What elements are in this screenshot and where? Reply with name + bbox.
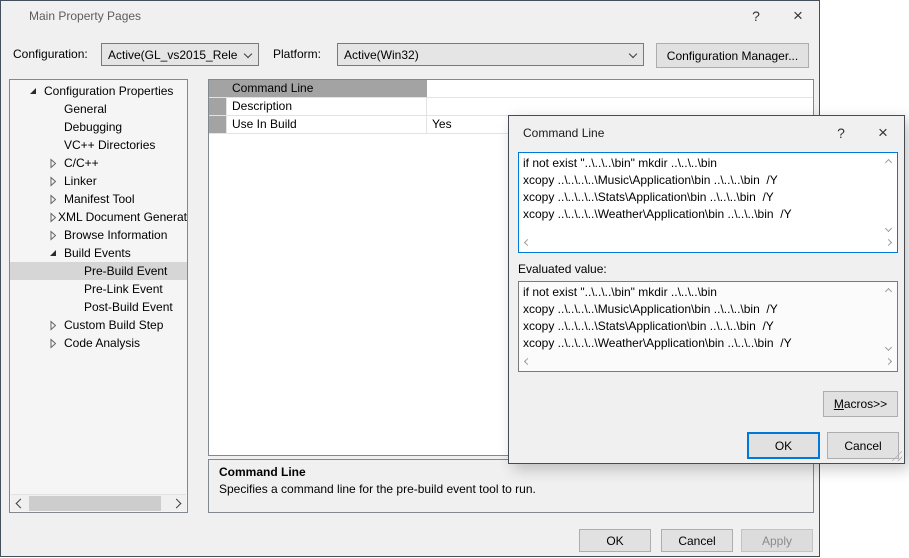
scroll-right-icon[interactable] — [885, 239, 892, 246]
tree-item-build-events[interactable]: Build Events — [10, 244, 187, 262]
configuration-manager-button[interactable]: Configuration Manager... — [656, 43, 809, 68]
dialog-ok-button[interactable]: OK — [747, 432, 820, 459]
evaluated-value-label: Evaluated value: — [518, 262, 607, 276]
tree-collapsed-icon[interactable] — [48, 319, 64, 331]
tree-item-general[interactable]: General — [10, 100, 187, 118]
chevron-down-icon — [629, 50, 637, 58]
configuration-label: Configuration: — [13, 43, 88, 66]
platform-value: Active(Win32) — [344, 48, 419, 62]
scroll-left-icon[interactable] — [16, 499, 26, 509]
scroll-right-icon[interactable] — [172, 499, 182, 509]
scroll-up-icon[interactable] — [885, 159, 892, 166]
tree-collapsed-icon[interactable] — [48, 193, 64, 205]
tree-collapsed-icon[interactable] — [48, 337, 64, 349]
tree-item-pre-link-event[interactable]: Pre-Link Event — [10, 280, 187, 298]
tree-item-vcpp-directories[interactable]: VC++ Directories — [10, 136, 187, 154]
row-margin — [209, 80, 227, 97]
grid-value-description[interactable] — [427, 98, 813, 115]
tree-indent — [48, 121, 64, 133]
platform-combobox[interactable]: Active(Win32) — [337, 43, 644, 66]
grid-row-description[interactable]: Description — [209, 98, 813, 116]
grid-value-command-line[interactable] — [427, 80, 813, 97]
tree-item-linker[interactable]: Linker — [10, 172, 187, 190]
ok-button[interactable]: OK — [579, 529, 651, 552]
evaluated-value-text: if not exist "..\..\..\bin" mkdir ..\..\… — [523, 284, 881, 355]
scroll-down-icon[interactable] — [885, 225, 892, 232]
help-button[interactable]: ? — [820, 118, 862, 148]
tree-item-manifest-tool[interactable]: Manifest Tool — [10, 190, 187, 208]
row-margin — [209, 116, 227, 133]
tree-indent — [48, 139, 64, 151]
close-button[interactable]: × — [777, 1, 819, 31]
tree-item-browse-information[interactable]: Browse Information — [10, 226, 187, 244]
grid-row-command-line[interactable]: Command Line — [209, 80, 813, 98]
command-line-textbox[interactable]: if not exist "..\..\..\bin" mkdir ..\..\… — [518, 152, 898, 253]
close-button[interactable]: × — [862, 118, 904, 148]
tree-item-pre-build-event[interactable]: Pre-Build Event — [10, 262, 187, 280]
configuration-tree: Configuration Properties General Debuggi… — [9, 79, 188, 513]
tree-collapsed-icon[interactable] — [48, 229, 64, 241]
tree-expanded-icon[interactable] — [48, 247, 64, 259]
window-title: Main Property Pages — [1, 9, 735, 23]
tree-item-configuration-properties[interactable]: Configuration Properties — [10, 82, 187, 100]
cancel-button[interactable]: Cancel — [661, 529, 733, 552]
tree-item-custom-build-step[interactable]: Custom Build Step — [10, 316, 187, 334]
row-margin — [209, 98, 227, 115]
tree-collapsed-icon[interactable] — [48, 175, 64, 187]
configuration-combobox[interactable]: Active(GL_vs2015_Release — [101, 43, 259, 66]
scroll-left-icon[interactable] — [524, 239, 531, 246]
platform-label: Platform: — [273, 43, 321, 66]
dialog-cancel-button[interactable]: Cancel — [827, 432, 899, 459]
evaluated-value-textbox: if not exist "..\..\..\bin" mkdir ..\..\… — [518, 281, 898, 372]
property-description-title: Command Line — [219, 465, 803, 479]
command-line-dialog: Command Line ? × if not exist "..\..\..\… — [508, 115, 905, 464]
tree-item-c-cpp[interactable]: C/C++ — [10, 154, 187, 172]
scroll-right-icon[interactable] — [885, 358, 892, 365]
tree-collapsed-icon[interactable] — [48, 211, 58, 223]
tree-item-debugging[interactable]: Debugging — [10, 118, 187, 136]
dialog-titlebar: Command Line ? × — [509, 116, 904, 149]
tree-item-code-analysis[interactable]: Code Analysis — [10, 334, 187, 352]
scroll-down-icon[interactable] — [885, 344, 892, 351]
configuration-value: Active(GL_vs2015_Release — [108, 48, 238, 62]
tree-item-xml-document-generator[interactable]: XML Document Generator — [10, 208, 187, 226]
scroll-up-icon[interactable] — [885, 288, 892, 295]
command-line-text[interactable]: if not exist "..\..\..\bin" mkdir ..\..\… — [523, 155, 881, 236]
chevron-down-icon — [244, 50, 252, 58]
tree-item-post-build-event[interactable]: Post-Build Event — [10, 298, 187, 316]
apply-button: Apply — [741, 529, 813, 552]
tree-expanded-icon[interactable] — [28, 85, 44, 97]
property-description-text: Specifies a command line for the pre-bui… — [219, 482, 803, 496]
scroll-left-icon[interactable] — [524, 358, 531, 365]
macros-button[interactable]: Macros>> — [823, 391, 898, 417]
main-titlebar: Main Property Pages ? × — [1, 1, 819, 31]
help-button[interactable]: ? — [735, 1, 777, 31]
tree-indent — [48, 103, 64, 115]
scrollbar-thumb[interactable] — [29, 496, 161, 511]
dialog-title: Command Line — [509, 126, 820, 140]
property-description-panel: Command Line Specifies a command line fo… — [208, 459, 814, 513]
tree-collapsed-icon[interactable] — [48, 157, 64, 169]
tree-horizontal-scrollbar[interactable] — [11, 494, 186, 511]
